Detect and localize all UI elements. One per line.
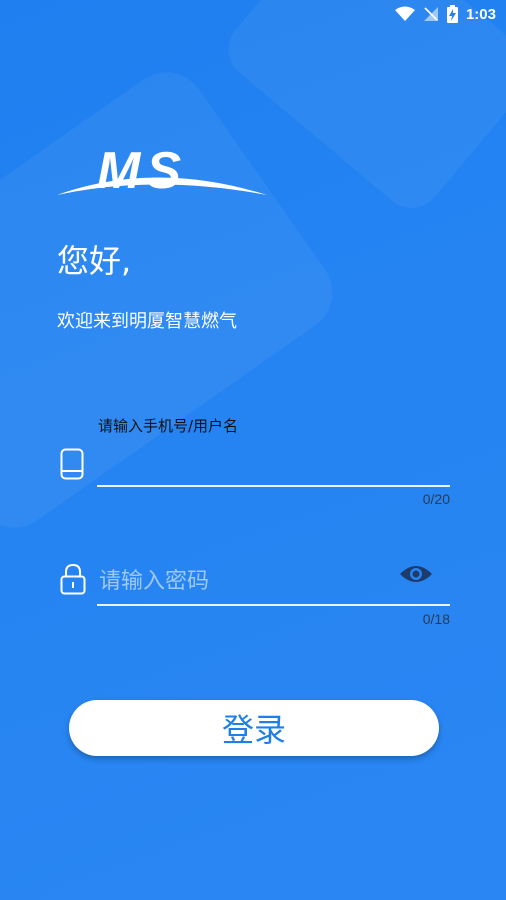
no-signal-icon [423,7,438,21]
battery-charging-icon [446,5,458,23]
username-input[interactable] [97,452,441,484]
username-label: 请输入手机号/用户名 [98,417,239,435]
password-char-counter: 0/18 [422,611,450,627]
logo-text: MS [97,142,187,200]
username-char-counter: 0/20 [422,491,450,507]
status-bar: 1:03 [0,0,506,28]
eye-icon[interactable] [399,562,433,586]
status-time: 1:03 [465,5,496,23]
wifi-icon [394,6,415,21]
login-screen: 1:03 MS 您好, 欢迎来到明厦智慧燃气 请输入手机号/用户名 0/20 0… [0,0,506,900]
welcome-text: 欢迎来到明厦智慧燃气 [57,311,237,332]
password-input[interactable] [97,564,391,598]
greeting-heading: 您好, [57,242,132,280]
username-underline [97,485,450,487]
phone-icon [60,448,84,480]
lock-icon [60,563,86,595]
login-button[interactable]: 登录 [69,700,439,756]
ms-logo: MS [57,142,267,200]
password-underline [97,604,450,606]
